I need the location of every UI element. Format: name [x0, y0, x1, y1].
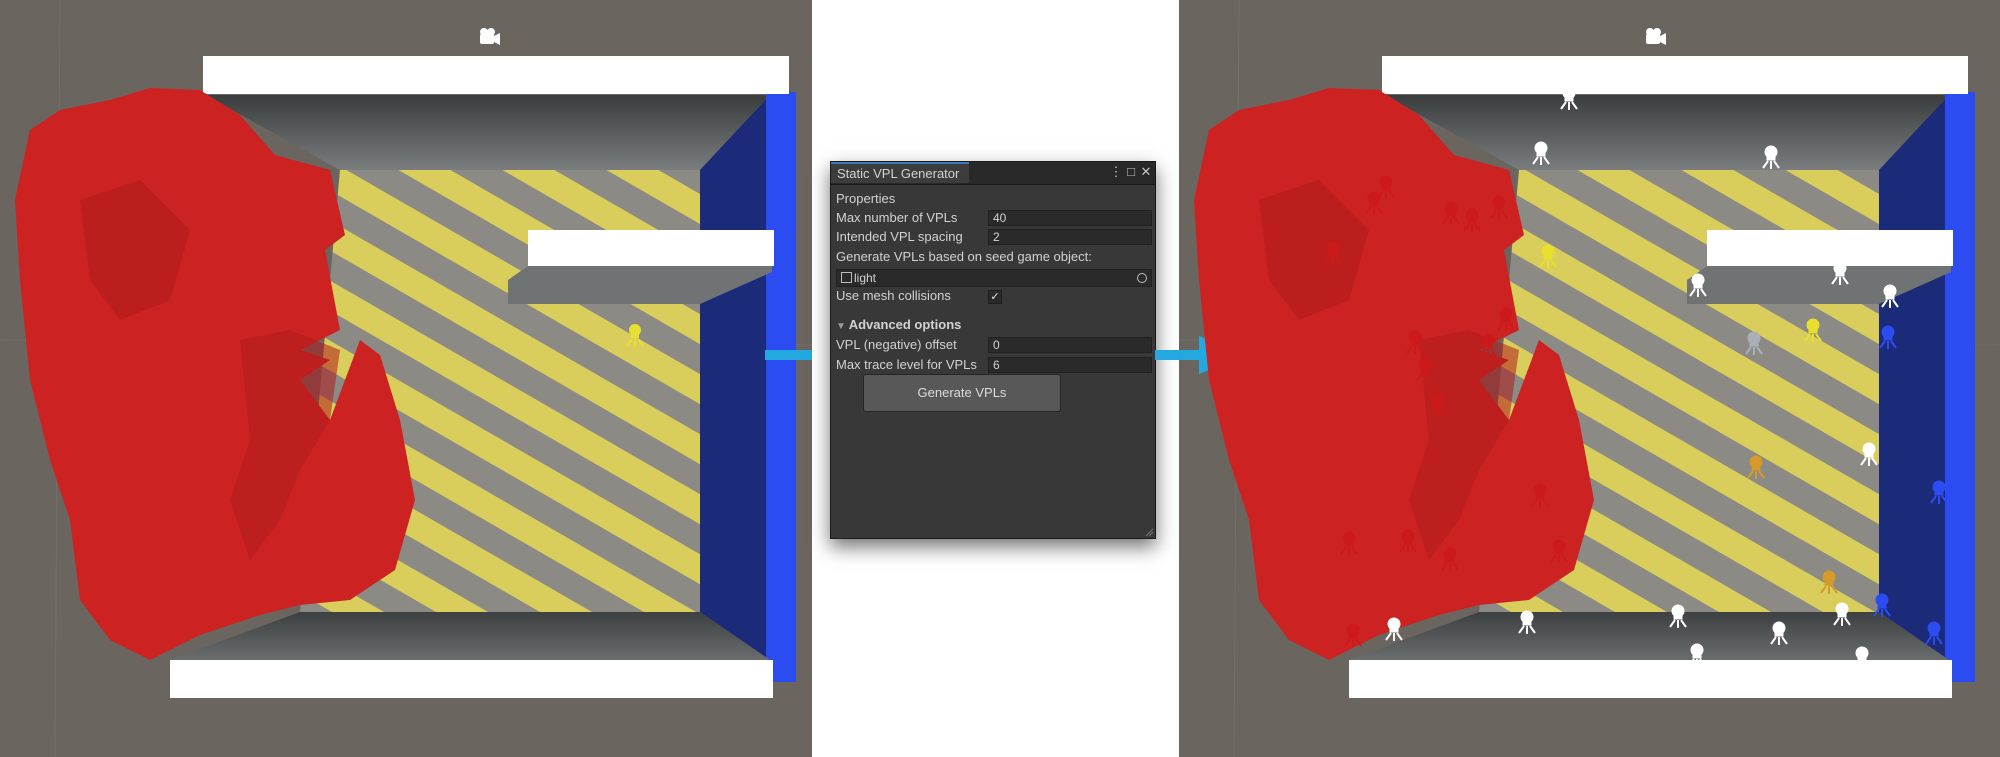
gameobject-icon: [841, 272, 852, 283]
camera-gizmo-icon: [1646, 28, 1666, 45]
object-picker-icon[interactable]: [1137, 273, 1147, 283]
offset-input[interactable]: 0: [988, 337, 1152, 353]
seed-object-name: light: [854, 271, 877, 285]
scene-view-before[interactable]: [0, 0, 812, 757]
camera-gizmo-icon: [480, 28, 500, 45]
scene-before-canvas: [0, 0, 812, 757]
right-wall-edge: [766, 92, 796, 682]
scene-after-canvas: [1179, 0, 2000, 757]
top-edge: [1382, 56, 1968, 94]
max-vpls-input[interactable]: 40: [988, 210, 1152, 226]
maximize-icon[interactable]: □: [1123, 164, 1139, 180]
foldout-triangle-icon: ▼: [836, 321, 849, 332]
bottom-edge: [170, 660, 773, 698]
arrow-shaft-right: [1155, 350, 1179, 360]
top-edge: [203, 56, 789, 94]
generate-vpls-button[interactable]: Generate VPLs: [863, 374, 1061, 412]
bottom-wall: [170, 612, 770, 660]
section-title: Properties: [836, 191, 896, 206]
seed-label: Generate VPLs based on seed game object:: [836, 249, 1092, 264]
advanced-options-foldout[interactable]: ▼ Advanced options: [836, 316, 961, 334]
close-icon[interactable]: ✕: [1138, 164, 1154, 180]
spacing-label: Intended VPL spacing: [836, 229, 963, 244]
top-wall: [1384, 95, 1949, 170]
advanced-options-label: Advanced options: [848, 317, 962, 332]
kebab-menu-icon[interactable]: ⋮: [1108, 164, 1124, 180]
right-wall: [1879, 95, 1949, 660]
spacing-input[interactable]: 2: [988, 229, 1152, 245]
window-tab[interactable]: Static VPL Generator: [831, 162, 969, 183]
right-wall-edge: [1945, 92, 1975, 682]
mesh-collisions-label: Use mesh collisions: [836, 288, 951, 303]
trace-level-input[interactable]: 6: [988, 357, 1152, 373]
seed-object-field[interactable]: light: [836, 269, 1152, 287]
trace-level-label: Max trace level for VPLs: [836, 357, 977, 372]
offset-label: VPL (negative) offset: [836, 337, 957, 352]
resize-handle-icon[interactable]: [1144, 527, 1154, 537]
static-vpl-generator-window[interactable]: Static VPL Generator ⋮ □ ✕ Properties Ma…: [830, 161, 1156, 539]
right-wall: [700, 95, 770, 660]
checkmark-icon: ✓: [990, 291, 1000, 303]
max-vpls-label: Max number of VPLs: [836, 210, 958, 225]
top-wall: [205, 95, 770, 170]
window-titlebar[interactable]: Static VPL Generator ⋮ □ ✕: [831, 162, 1155, 185]
arrow-shaft-left: [765, 350, 812, 360]
mesh-collisions-checkbox[interactable]: ✓: [988, 290, 1002, 304]
scene-view-after[interactable]: [1179, 0, 2000, 757]
